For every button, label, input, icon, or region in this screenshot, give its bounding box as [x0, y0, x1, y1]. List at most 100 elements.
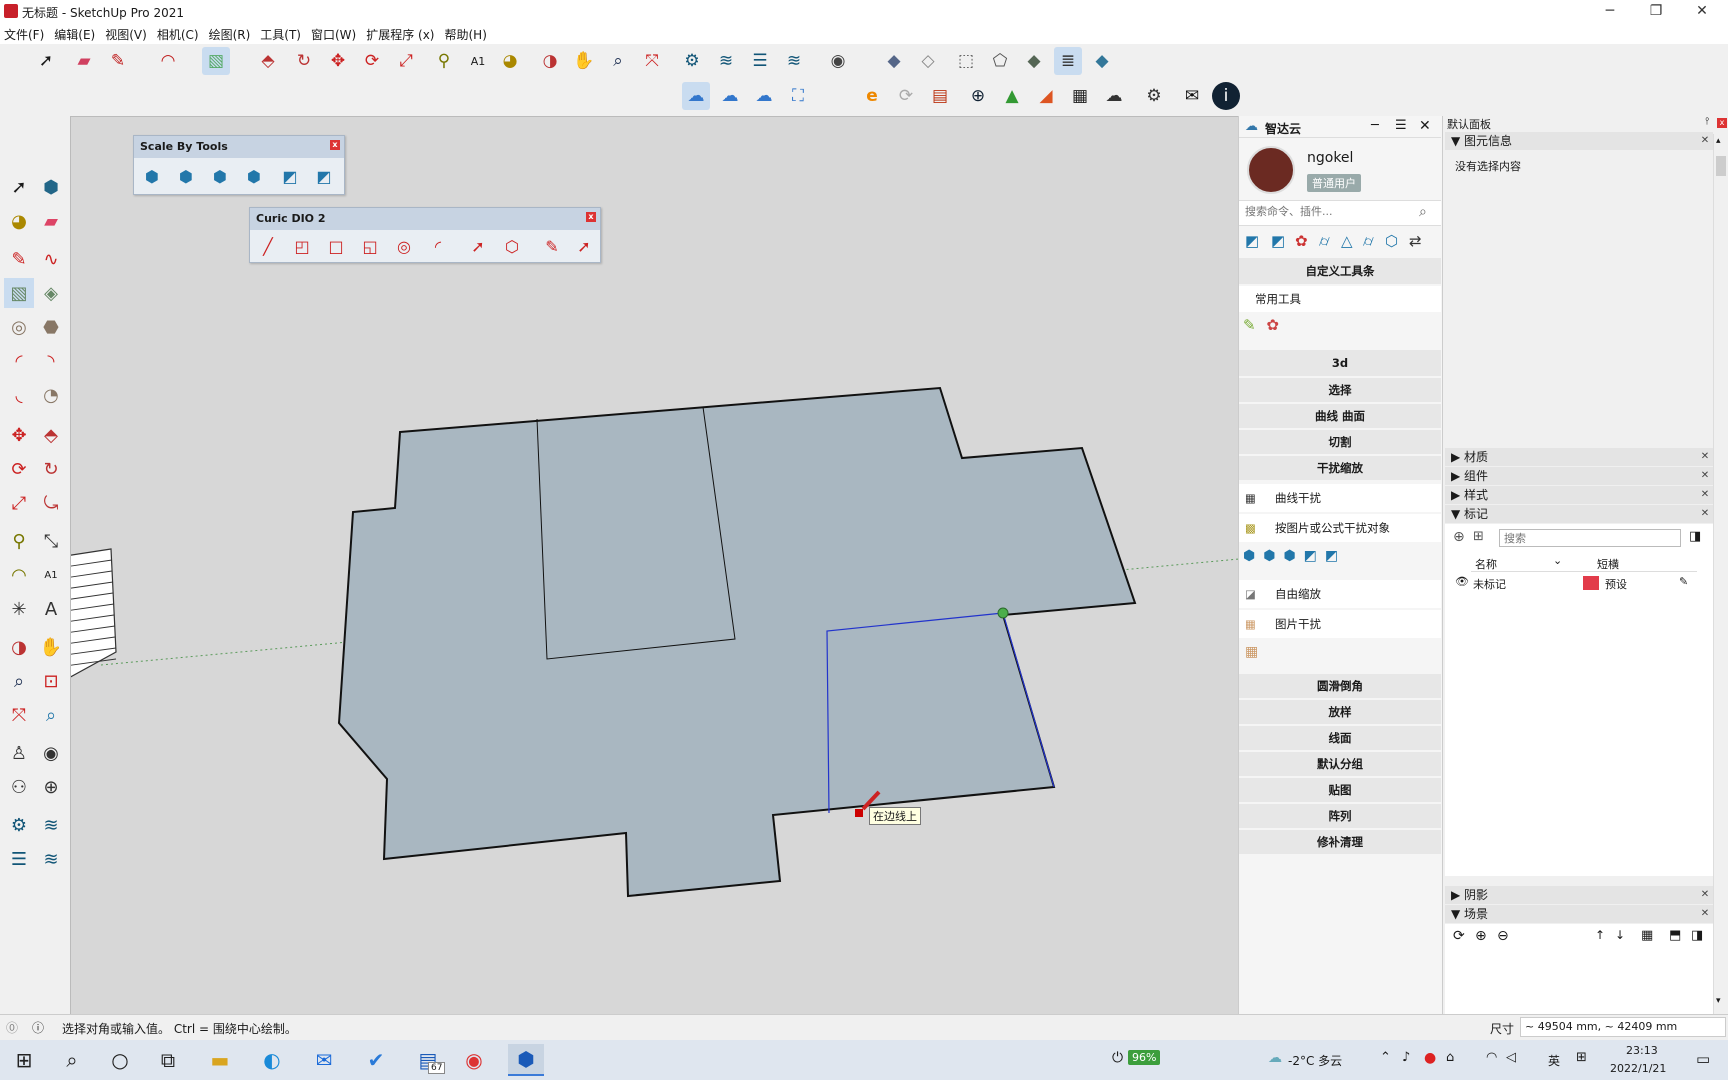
menu-edit[interactable]: 编辑(E) [54, 26, 95, 43]
arc-icon[interactable]: ◜ [4, 346, 34, 376]
offset-icon[interactable]: ⤿ [36, 488, 66, 518]
scene-props-icon[interactable]: ⬒ [1669, 928, 1681, 943]
move-icon[interactable]: ✥ [4, 420, 34, 450]
pie-icon[interactable]: ◔ [36, 380, 66, 410]
paint-bucket-icon[interactable]: ◕ [4, 206, 34, 236]
paint-bucket-icon[interactable]: ◕ [496, 47, 524, 75]
tag-color-swatch[interactable] [1583, 576, 1599, 590]
box-icon[interactable]: ⬡ [1385, 232, 1398, 250]
rect-corner-icon[interactable]: ◰ [288, 232, 316, 260]
scroll-thumb[interactable] [1716, 156, 1726, 176]
add-folder-icon[interactable]: ⊞ [1473, 529, 1484, 544]
refresh-icon[interactable]: ⟳ [892, 82, 920, 110]
menu-icon[interactable]: ☰ [1395, 118, 1407, 133]
scale-icon[interactable]: ⤢ [392, 47, 420, 75]
minimize-icon[interactable]: ─ [1371, 118, 1379, 133]
menu-tools[interactable]: 工具(T) [260, 26, 301, 43]
weather-text[interactable]: -2°C 多云 [1288, 1052, 1342, 1069]
rect-offset-icon[interactable]: ◱ [356, 232, 384, 260]
section-loft[interactable]: 放样 [1239, 700, 1441, 724]
geo-icon[interactable]: ⓪ [6, 1019, 18, 1036]
menu-view[interactable]: 视图(V) [105, 26, 147, 43]
section-repair-cleanup[interactable]: 修补清理 [1239, 830, 1441, 854]
look-around-icon[interactable]: ◉ [36, 738, 66, 768]
pan-icon[interactable]: ✋ [570, 47, 598, 75]
menu-extensions[interactable]: 扩展程序 (x) [366, 26, 434, 43]
item-image-deform[interactable]: ▦ 图片干扰 [1239, 610, 1441, 638]
select-icon[interactable]: ➚ [32, 47, 60, 75]
paint-icon[interactable]: ✎ [1243, 316, 1256, 334]
microphone-icon[interactable]: ♪ [1402, 1050, 1410, 1065]
section-round-fillet[interactable]: 圆滑倒角 [1239, 674, 1441, 698]
cube-icon[interactable]: ⬡ [498, 232, 526, 260]
cloud-sync-icon[interactable]: ☁ [682, 82, 710, 110]
details-icon[interactable]: ◨ [1689, 529, 1701, 544]
extension-warehouse-icon[interactable]: ⚙ [678, 47, 706, 75]
axes-icon[interactable]: ✳ [4, 594, 34, 624]
pick-icon[interactable]: ➚ [464, 232, 492, 260]
avatar[interactable] [1247, 146, 1295, 194]
solid-tools-icon[interactable]: ≋ [36, 844, 66, 874]
position-camera-icon[interactable]: ♙ [4, 738, 34, 768]
close-icon[interactable]: x [1717, 118, 1727, 128]
swap-icon[interactable]: ⇄ [1409, 232, 1422, 250]
clock-date[interactable]: 2022/1/21 [1610, 1062, 1666, 1075]
search-icon[interactable]: ⌕ [54, 1044, 90, 1076]
follow-me-icon[interactable]: ↻ [290, 47, 318, 75]
minimize-button[interactable]: ─ [1588, 0, 1632, 24]
image-grid-icon[interactable]: ▦ [1245, 644, 1258, 660]
flower-icon[interactable]: ✿ [1266, 316, 1279, 334]
rectangle-icon[interactable]: ▧ [202, 47, 230, 75]
zoom-icon[interactable]: ⌕ [4, 666, 34, 696]
battery-indicator[interactable]: 96% [1128, 1050, 1161, 1065]
wifi-icon[interactable]: ◠ [1486, 1050, 1497, 1065]
pin-icon[interactable]: ⫯ [1705, 116, 1709, 127]
mail-icon[interactable]: ✉ [306, 1044, 342, 1076]
rotate-icon[interactable]: ⟳ [358, 47, 386, 75]
cloud-upload-icon[interactable]: ☁ [750, 82, 778, 110]
tags-header[interactable]: ▼ 标记 ✕ [1445, 505, 1713, 523]
protractor-icon[interactable]: ◠ [4, 560, 34, 590]
measurements-box[interactable]: ~ 49504 mm, ~ 42409 mm [1520, 1017, 1726, 1037]
walk-icon[interactable]: ⚇ [4, 772, 34, 802]
pan-icon[interactable]: ✋ [36, 632, 66, 662]
windows-start-icon[interactable]: ⊞ [6, 1044, 42, 1076]
dimension-icon[interactable]: ⤡ [36, 526, 66, 556]
scroll-up-icon[interactable]: ▴ [1716, 136, 1721, 146]
cloud-icon[interactable]: ☁ [1100, 82, 1128, 110]
scale-by-face-icon[interactable]: ⬢ [240, 162, 268, 190]
add-scene-icon[interactable]: ⊕ [1475, 928, 1487, 944]
circle-icon[interactable]: ◎ [4, 312, 34, 342]
add-circle-icon[interactable]: ⊕ [964, 82, 992, 110]
zoom-window-icon[interactable]: ⊡ [36, 666, 66, 696]
edge-icon[interactable]: ◐ [254, 1044, 290, 1076]
shadows-header[interactable]: ▶ 阴影 ✕ [1445, 886, 1713, 904]
user-icon[interactable]: ◉ [824, 47, 852, 75]
cylinder-icon[interactable]: ⌭ [1319, 232, 1330, 250]
close-icon[interactable]: ✕ [1699, 470, 1711, 482]
weather-icon[interactable]: ☁ [1268, 1050, 1282, 1066]
warehouse-icon[interactable]: ⚙ [4, 810, 34, 840]
scale-plane-icon[interactable]: ◩ [276, 162, 304, 190]
face-icon[interactable]: ⬠ [986, 47, 1014, 75]
close-icon[interactable]: ✕ [1699, 508, 1711, 520]
section-select[interactable]: 选择 [1239, 378, 1441, 402]
edit-pencil-icon[interactable]: ✎ [1679, 575, 1688, 588]
cloud-download-icon[interactable]: ☁ [716, 82, 744, 110]
close-icon[interactable]: ✕ [1699, 451, 1711, 463]
section-cut[interactable]: 切割 [1239, 430, 1441, 454]
chrome-icon[interactable]: ◉ [456, 1044, 492, 1076]
sun-icon[interactable]: ◢ [1032, 82, 1060, 110]
materials-header[interactable]: ▶ 材质 ✕ [1445, 448, 1713, 466]
eraser-icon[interactable]: ▰ [70, 47, 98, 75]
close-icon[interactable]: x [330, 140, 340, 150]
entity-info-header[interactable]: ▼ 图元信息 ✕ [1445, 132, 1713, 150]
orbit-icon[interactable]: ◑ [4, 632, 34, 662]
arc-3pt-icon[interactable]: ◟ [4, 380, 34, 410]
record-icon[interactable]: ● [1424, 1050, 1436, 1066]
follow-me-icon[interactable]: ↻ [36, 454, 66, 484]
scale-user-icon[interactable]: ◩ [310, 162, 338, 190]
component-icon[interactable]: ⬢ [36, 172, 66, 202]
shaded-icon[interactable]: ◆ [1020, 47, 1048, 75]
shape-solid-icon[interactable]: ◆ [880, 47, 908, 75]
